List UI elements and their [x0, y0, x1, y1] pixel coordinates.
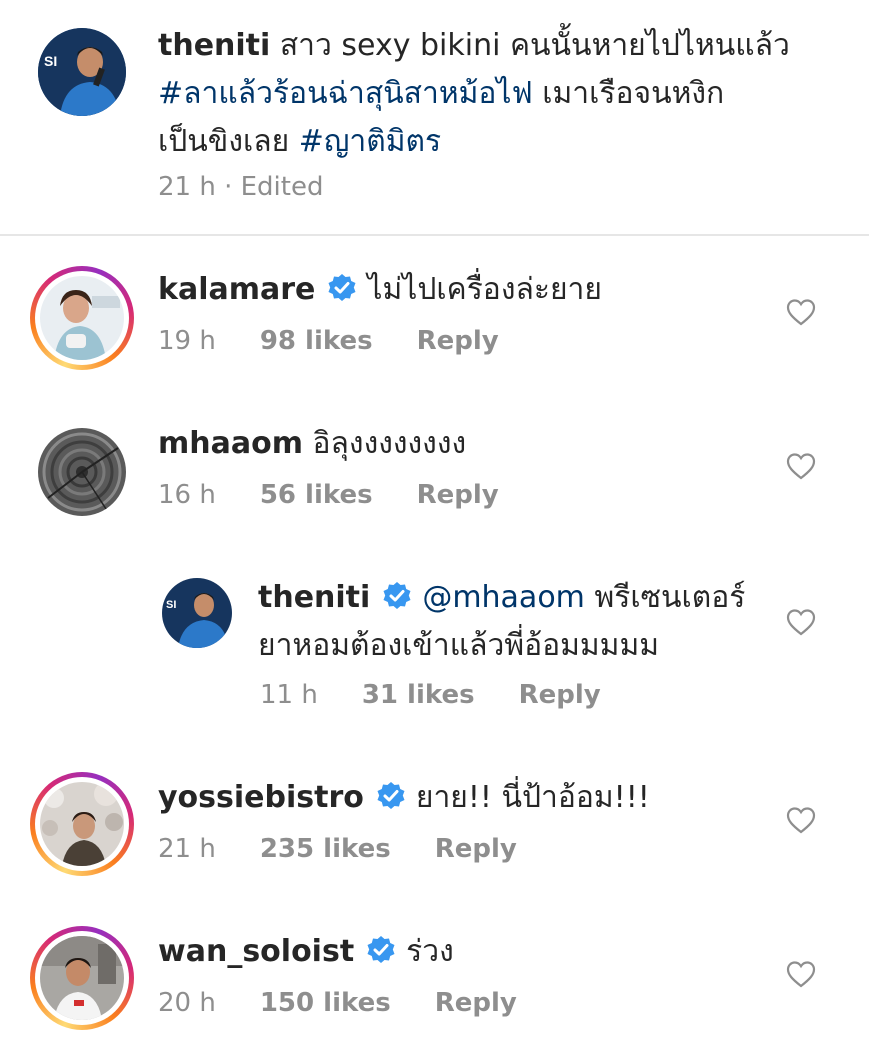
avatar[interactable]	[40, 936, 124, 1020]
heart-icon[interactable]	[786, 960, 816, 988]
comment-body: ร่วง	[406, 934, 454, 969]
reply-button[interactable]: Reply	[417, 326, 499, 356]
comment-text: wan_soloist ร่วง	[158, 928, 758, 976]
comment-body-line2: ยาหอมต้องเข้าแล้วพี่อ้อมมมมม	[258, 628, 660, 663]
avatar[interactable]	[40, 276, 124, 360]
comment-time: 20 h	[158, 988, 216, 1018]
comment-likes[interactable]: 56 likes	[260, 480, 373, 510]
reply-button[interactable]: Reply	[519, 680, 601, 710]
caption-edited: · Edited	[224, 172, 324, 202]
caption-username[interactable]: theniti	[158, 28, 270, 63]
caption-divider	[0, 234, 869, 236]
heart-icon[interactable]	[786, 608, 816, 636]
comment-username[interactable]: theniti	[258, 580, 370, 615]
comment-meta: 21 h 235 likes Reply	[158, 834, 517, 864]
reply-text: theniti @mhaaom พรีเซนเตอร์ ยาหอมต้องเข้า…	[258, 574, 778, 670]
comment-meta: 16 h 56 likes Reply	[158, 480, 499, 510]
comment-likes[interactable]: 98 likes	[260, 326, 373, 356]
comment-body: อิลุงงงงงงงง	[312, 426, 467, 461]
comment-text: kalamare ไม่ไปเครื่องล่ะยาย	[158, 266, 758, 314]
comment-username[interactable]: yossiebistro	[158, 780, 364, 815]
avatar[interactable]	[40, 782, 124, 866]
comment-username[interactable]: wan_soloist	[158, 934, 354, 969]
comment-time: 21 h	[158, 834, 216, 864]
caption-line3: เป็นขิงเลย	[158, 124, 299, 159]
caption-hashtag-1[interactable]: #ลาแล้วร้อนฉ่าสุนิสาหม้อไฟ	[158, 76, 533, 111]
comment-body: ไม่ไปเครื่องล่ะยาย	[367, 272, 602, 307]
svg-text:SI: SI	[44, 53, 57, 69]
verified-badge-icon	[367, 936, 395, 963]
caption-line1: สาว sexy bikini คนนั้นหายไปไหนแล้ว	[279, 28, 790, 63]
comment-meta: 20 h 150 likes Reply	[158, 988, 517, 1018]
comment-time: 11 h	[260, 680, 318, 710]
comment-username[interactable]: mhaaom	[158, 426, 303, 461]
caption-text: theniti สาว sexy bikini คนนั้นหายไปไหนแล…	[158, 22, 838, 166]
comment-username[interactable]: kalamare	[158, 272, 315, 307]
caption-avatar[interactable]: SI	[38, 28, 126, 116]
caption-hashtag-2[interactable]: #ญาติมิตร	[299, 124, 441, 159]
reply-button[interactable]: Reply	[417, 480, 499, 510]
comment-meta: 11 h 31 likes Reply	[260, 680, 601, 710]
heart-icon[interactable]	[786, 806, 816, 834]
caption-meta: 21 h · Edited	[158, 172, 323, 202]
verified-badge-icon	[328, 274, 356, 301]
comment-body: ยาย!! นี่ป้าอ้อม!!!	[415, 780, 650, 815]
heart-icon[interactable]	[786, 452, 816, 480]
comment-time: 16 h	[158, 480, 216, 510]
heart-icon[interactable]	[786, 298, 816, 326]
comment-likes[interactable]: 31 likes	[362, 680, 475, 710]
comment-likes[interactable]: 150 likes	[260, 988, 391, 1018]
comment-meta: 19 h 98 likes Reply	[158, 326, 499, 356]
comment-likes[interactable]: 235 likes	[260, 834, 391, 864]
verified-badge-icon	[383, 582, 411, 609]
mention-link[interactable]: @mhaaom	[422, 580, 585, 615]
comment-body: พรีเซนเตอร์	[584, 580, 746, 615]
caption-line2: เมาเรือจนหงิก	[532, 76, 725, 111]
caption-time: 21 h	[158, 172, 216, 202]
comment-time: 19 h	[158, 326, 216, 356]
avatar[interactable]: SI	[162, 578, 232, 648]
verified-badge-icon	[377, 782, 405, 809]
comment-text: mhaaom อิลุงงงงงงงง	[158, 420, 758, 468]
reply-button[interactable]: Reply	[435, 988, 517, 1018]
reply-button[interactable]: Reply	[435, 834, 517, 864]
svg-text:SI: SI	[166, 599, 176, 611]
comment-text: yossiebistro ยาย!! นี่ป้าอ้อม!!!	[158, 774, 758, 822]
avatar[interactable]	[38, 428, 126, 516]
